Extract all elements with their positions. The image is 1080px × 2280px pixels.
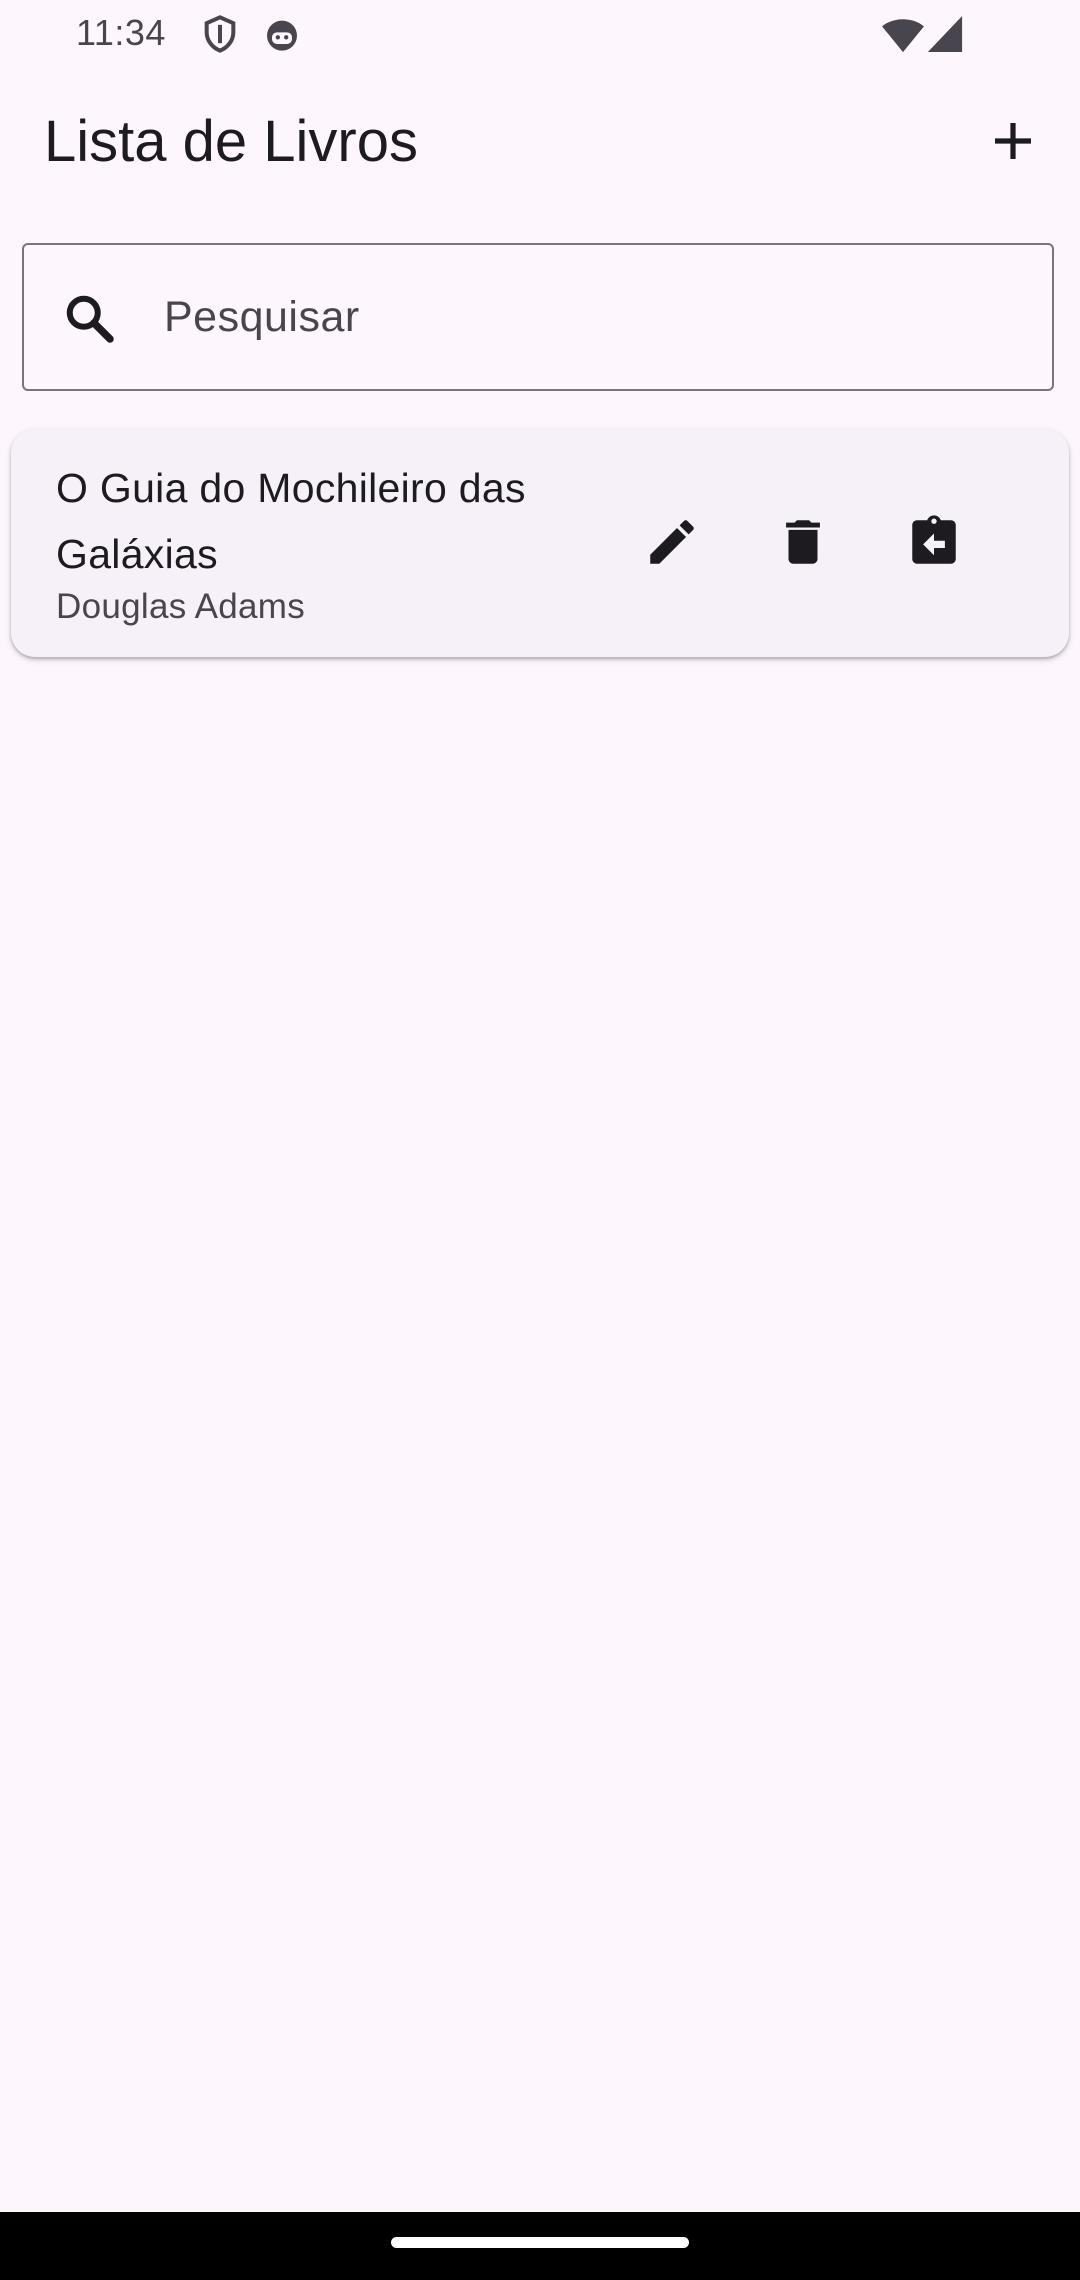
search-field[interactable] <box>22 243 1054 391</box>
status-time: 11:34 <box>76 12 166 53</box>
delete-book-button[interactable] <box>768 509 838 579</box>
book-title: O Guia do Mochileiro das Galáxias <box>56 465 526 577</box>
search-input[interactable] <box>164 275 1014 359</box>
search-icon <box>60 289 120 349</box>
plus-icon <box>989 117 1037 170</box>
book-card[interactable]: O Guia do Mochileiro das Galáxias Dougla… <box>11 429 1069 657</box>
add-book-button[interactable] <box>978 108 1048 178</box>
app-bar: Lista de Livros <box>0 90 1080 190</box>
book-author: Douglas Adams <box>56 587 306 626</box>
delete-icon <box>774 513 832 576</box>
android-debug-icon <box>262 14 302 54</box>
edit-book-button[interactable] <box>637 509 707 579</box>
return-book-button[interactable] <box>899 509 969 579</box>
signal-icon <box>926 14 964 54</box>
shield-icon <box>200 14 240 54</box>
status-bar: 11:34 <box>0 0 1080 70</box>
wifi-icon <box>880 14 926 54</box>
page-title: Lista de Livros <box>44 109 418 174</box>
home-indicator[interactable] <box>391 2237 689 2248</box>
return-book-icon <box>905 513 963 576</box>
system-navigation-bar <box>0 2212 1080 2280</box>
edit-icon <box>643 513 701 576</box>
